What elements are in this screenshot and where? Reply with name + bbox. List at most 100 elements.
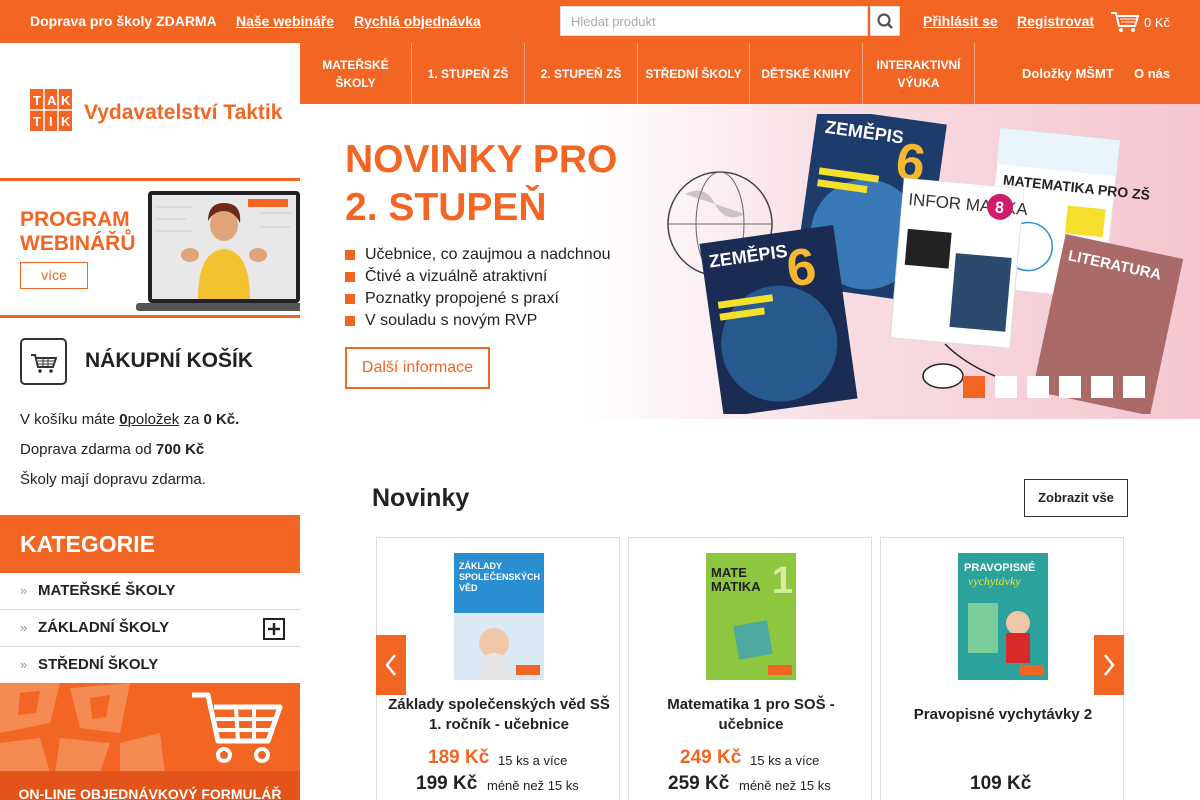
carousel-prev-button[interactable] [376,635,406,695]
nav-link-o-nas[interactable]: O nás [1134,43,1170,104]
free-shipping-prefix: Doprava zdarma od [20,441,152,458]
webinar-title: PROGRAM WEBINÁŘŮ [20,208,136,256]
hero-title-line2: 2. STUPEŇ [345,186,547,229]
product-name[interactable]: Pravopisné vychytávky 2 [891,705,1115,725]
price-note: méně než 15 ks [739,778,831,793]
double-chevron-right-icon: » [20,583,28,598]
double-chevron-right-icon: » [20,620,28,635]
logo-text: Vydavatelství Taktik [84,101,283,124]
nav-item-2-stupen[interactable]: 2. STUPEŇ ZŠ [525,43,638,104]
product-name[interactable]: Základy společenských věd SŠ 1. ročník -… [387,695,611,735]
product-card[interactable]: MATE MATIKA 1 Matematika 1 pro SOŠ - uče… [628,537,872,800]
cart-price: 0 Kč. [203,411,240,428]
order-form-banner[interactable]: ON-LINE OBJEDNÁVKOVÝ FORMULÁŘ [0,683,300,800]
hero-title: NOVINKY PRO 2. STUPEŇ [345,136,617,232]
nav-item-detske-knihy[interactable]: DĚTSKÉ KNIHY [750,43,863,104]
nav-item-materske-skoly[interactable]: MATEŘSKÉ ŠKOLY [300,43,412,104]
register-link[interactable]: Registrovat [1017,13,1094,29]
nav-label: 2. STUPEŇ ZŠ [540,66,622,81]
product-price: 109 Kč [970,773,1032,794]
bulk-price: 189 Kč [428,747,490,768]
hero-books-image: ZEMĚPIS 6 MATEMATIKA PRO ZŠ INFOR MATIKA… [667,114,1184,414]
login-link[interactable]: Přihlásit se [923,13,998,29]
webinar-promo[interactable]: PROGRAM WEBINÁŘŮ více [0,178,300,318]
svg-text:vychytávky: vychytávky [968,574,1021,588]
category-stredni-skoly[interactable]: » STŘEDNÍ ŠKOLY [0,647,300,684]
header-cart-total[interactable]: 0 Kč [1144,15,1170,30]
webinars-link[interactable]: Naše webináře [236,13,334,29]
cart-summary: NÁKUPNÍ KOŠÍK V košíku máte 0položek za … [0,318,300,515]
product-cover-image: PRAVOPISNÉ vychytávky [958,553,1048,680]
slider-dot-5[interactable] [1091,376,1113,398]
category-zakladni-skoly[interactable]: » ZÁKLADNÍ ŠKOLY [0,610,300,647]
svg-text:A: A [47,93,57,108]
nav-label: STŘEDNÍ ŠKOLY [645,66,742,81]
svg-text:MATIKA: MATIKA [711,579,761,594]
hero-bullet: Čtivé a vizuálně atraktivní [345,268,547,286]
nav-link-dolozky[interactable]: Doložky MŠMT [1022,43,1114,104]
quick-order-link[interactable]: Rychlá objednávka [354,13,481,29]
nav-item-1-stupen[interactable]: 1. STUPEŇ ZŠ [412,43,525,104]
free-shipping-line: Doprava zdarma od 700 Kč [20,441,204,458]
nav-item-stredni-skoly[interactable]: STŘEDNÍ ŠKOLY [638,43,750,104]
svg-text:8: 8 [994,199,1004,217]
chevron-right-icon [1104,654,1115,676]
show-all-button[interactable]: Zobrazit vše [1024,479,1128,517]
svg-text:T: T [33,93,41,108]
product-price: 199 Kč [416,773,478,794]
svg-text:SPOLEČENSKÝCH: SPOLEČENSKÝCH [459,571,540,582]
nav-label: MATEŘSKÉ ŠKOLY [322,57,389,90]
main-nav: MATEŘSKÉ ŠKOLY 1. STUPEŇ ZŠ 2. STUPEŇ ZŠ… [300,43,1200,104]
svg-text:I: I [49,114,53,129]
cart-title: NÁKUPNÍ KOŠÍK [85,349,254,372]
svg-text:PRAVOPISNÉ: PRAVOPISNÉ [964,561,1035,574]
webinar-more-button[interactable]: více [20,262,88,289]
search-button[interactable] [870,6,900,36]
category-materske-skoly[interactable]: » MATEŘSKÉ ŠKOLY [0,573,300,610]
product-price: 259 Kč [668,773,730,794]
price-note: méně než 15 ks [487,778,579,793]
logo-area[interactable]: T A K T I K Vydavatelství Taktik [0,43,300,178]
webinar-title-line1: PROGRAM [20,208,130,231]
header-cart-button[interactable] [1110,10,1140,39]
hero-bullet: Poznatky propojené s praxí [345,290,559,308]
slider-dot-2[interactable] [995,376,1017,398]
carousel-next-button[interactable] [1094,635,1124,695]
svg-text:T: T [33,114,41,129]
nav-label: 1. STUPEŇ ZŠ [427,66,509,81]
nav-item-interaktivni-vyuka[interactable]: INTERAKTIVNÍ VÝUKA [863,43,975,104]
cart-item-count[interactable]: 0 [119,411,127,428]
order-form-label[interactable]: ON-LINE OBJEDNÁVKOVÝ FORMULÁŘ [0,771,300,800]
search-input[interactable]: Hledat produkt [560,6,868,36]
cart-items-link[interactable]: položek [128,411,180,428]
chevron-left-icon [385,654,396,676]
shopping-cart-icon [192,692,283,763]
svg-text:ZÁKLADY: ZÁKLADY [459,561,502,571]
cart-line-prefix: V košíku máte [20,411,116,428]
hero-more-info-button[interactable]: Další informace [345,347,490,389]
nav-label: INTERAKTIVNÍ VÝUKA [876,57,961,90]
slider-dot-4[interactable] [1059,376,1081,398]
slider-dot-6[interactable] [1123,376,1145,398]
svg-text:MATE: MATE [711,565,747,580]
svg-text:K: K [61,114,71,129]
categories-title: KATEGORIE [0,515,300,573]
product-name[interactable]: Matematika 1 pro SOŠ - učebnice [639,695,863,735]
bulk-price-note: 15 ks a více [498,753,568,768]
category-label: ZÁKLADNÍ ŠKOLY [38,619,170,636]
cart-summary-icon-box[interactable] [20,338,67,385]
hero-title-line1: NOVINKY PRO [345,138,618,181]
bulk-price-note: 15 ks a více [750,753,820,768]
expand-plus-icon[interactable] [263,618,285,640]
slider-dot-1[interactable] [963,376,985,398]
product-cover-image: ZÁKLADY SPOLEČENSKÝCH VĚD [454,553,544,680]
bulk-price: 249 Kč [680,747,742,768]
product-card[interactable]: PRAVOPISNÉ vychytávky Pravopisné vychytá… [880,537,1124,800]
slider-dot-3[interactable] [1027,376,1049,398]
webinar-laptop-image [136,191,300,311]
top-bar: Doprava pro školy ZDARMA Naše webináře R… [0,0,1200,43]
free-shipping-text: Doprava pro školy ZDARMA [30,13,217,29]
cart-icon [31,354,58,373]
webinar-title-line2: WEBINÁŘŮ [20,232,136,255]
product-card[interactable]: ZÁKLADY SPOLEČENSKÝCH VĚD Základy společ… [376,537,620,800]
